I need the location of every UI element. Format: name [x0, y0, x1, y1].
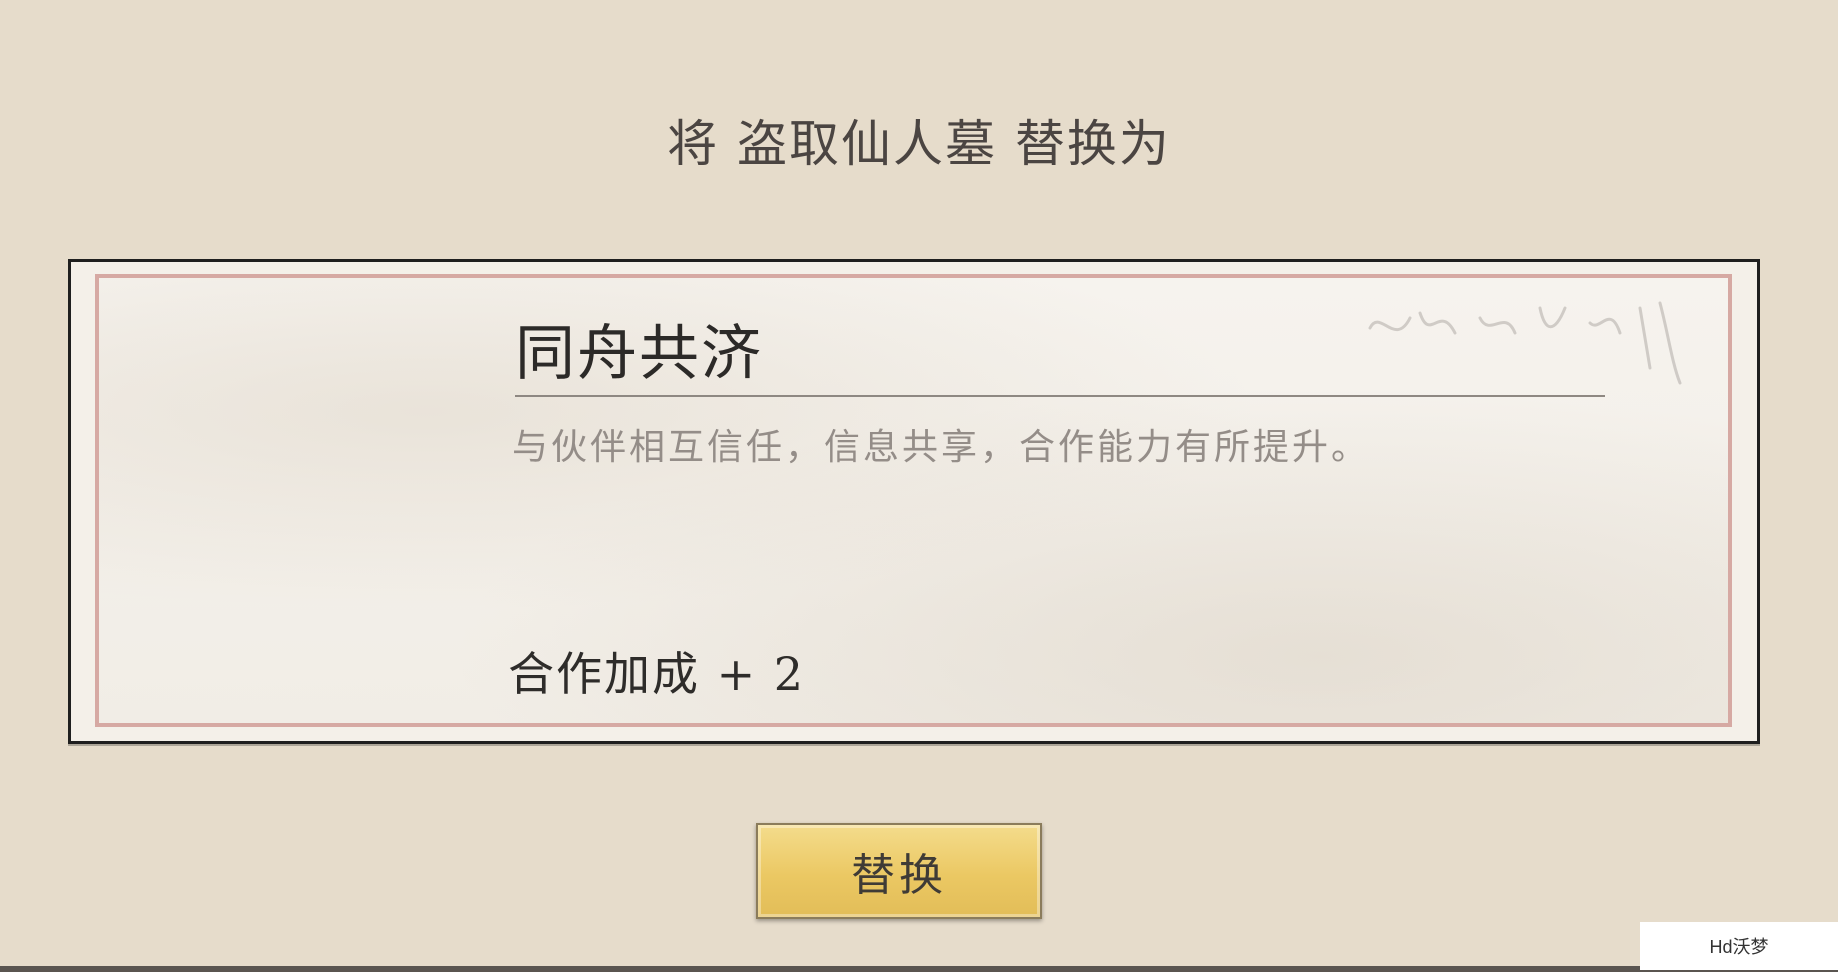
title-divider [515, 395, 1605, 397]
calligraphy-ornament-icon [1368, 301, 1682, 385]
trait-bonus: 合作加成 + 2 [508, 647, 806, 701]
watermark-logo: Hd沃梦 [1640, 922, 1838, 970]
trait-description: 与伙伴相互信任，信息共享，合作能力有所提升。 [512, 427, 1371, 468]
dialog-title: 将 盗取仙人墓 替换为 [667, 115, 1171, 173]
replace-button[interactable]: 替换 [756, 823, 1042, 919]
bottom-edge-strip [0, 966, 1838, 972]
trait-title: 同舟共济 [515, 319, 763, 389]
